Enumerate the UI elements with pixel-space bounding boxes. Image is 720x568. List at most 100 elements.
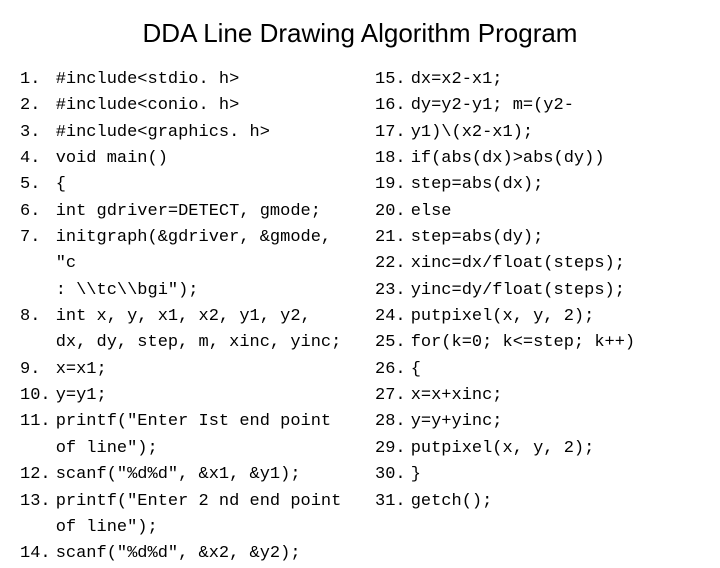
line-number: 10	[20, 383, 56, 409]
line-number: 3	[20, 120, 56, 146]
code-line: 3#include<graphics. h>	[20, 120, 345, 146]
code-text: if(abs(dx)>abs(dy))	[411, 146, 605, 172]
code-columns: 1#include<stdio. h>2#include<conio. h>3#…	[20, 67, 700, 568]
line-number: 5	[20, 172, 56, 198]
code-line: 26{	[375, 357, 700, 383]
code-text: scanf("%d%d", &x2, &y2);	[56, 541, 301, 567]
code-line: 13printf("Enter 2 nd end point	[20, 489, 345, 515]
code-text-continuation: dx, dy, step, m, xinc, yinc;	[20, 330, 345, 356]
line-number: 14	[20, 541, 56, 567]
code-line: 14scanf("%d%d", &x2, &y2);	[20, 541, 345, 567]
code-line: 25for(k=0; k<=step; k++)	[375, 330, 700, 356]
line-number: 21	[375, 225, 411, 251]
slide: DDA Line Drawing Algorithm Program 1#inc…	[0, 0, 720, 540]
code-line: 18if(abs(dx)>abs(dy))	[375, 146, 700, 172]
code-line: 19step=abs(dx);	[375, 172, 700, 198]
line-number: 8	[20, 304, 56, 330]
code-text: xinc=dx/float(steps);	[411, 251, 625, 277]
line-number: 20	[375, 199, 411, 225]
line-number: 22	[375, 251, 411, 277]
line-number: 31	[375, 489, 411, 515]
slide-title: DDA Line Drawing Algorithm Program	[20, 18, 700, 49]
code-line: 29putpixel(x, y, 2);	[375, 436, 700, 462]
code-line: 21step=abs(dy);	[375, 225, 700, 251]
code-line: 16dy=y2-y1; m=(y2-	[375, 93, 700, 119]
line-number: 9	[20, 357, 56, 383]
code-text: {	[56, 172, 66, 198]
code-line: 9x=x1;	[20, 357, 345, 383]
code-text: step=abs(dy);	[411, 225, 544, 251]
code-text: putpixel(x, y, 2);	[411, 304, 595, 330]
code-text: dy=y2-y1; m=(y2-	[411, 93, 574, 119]
line-number: 27	[375, 383, 411, 409]
code-line: 17y1)\(x2-x1);	[375, 120, 700, 146]
code-line: 10y=y1;	[20, 383, 345, 409]
code-text: step=abs(dx);	[411, 172, 544, 198]
line-number: 25	[375, 330, 411, 356]
code-line: 15dx=x2-x1;	[375, 67, 700, 93]
code-text: #include<stdio. h>	[56, 67, 240, 93]
line-number: 15	[375, 67, 411, 93]
code-text: initgraph(&gdriver, &gmode, "c	[56, 225, 345, 278]
code-line: 8int x, y, x1, x2, y1, y2,	[20, 304, 345, 330]
line-number: 29	[375, 436, 411, 462]
line-number: 11	[20, 409, 56, 435]
code-line: 24putpixel(x, y, 2);	[375, 304, 700, 330]
line-number: 19	[375, 172, 411, 198]
code-line: 4void main()	[20, 146, 345, 172]
code-text: #include<graphics. h>	[56, 120, 270, 146]
code-text: getch();	[411, 489, 493, 515]
code-line: 22xinc=dx/float(steps);	[375, 251, 700, 277]
code-line: 27x=x+xinc;	[375, 383, 700, 409]
line-number: 24	[375, 304, 411, 330]
code-text: putpixel(x, y, 2);	[411, 436, 595, 462]
code-text: {	[411, 357, 421, 383]
line-number: 2	[20, 93, 56, 119]
code-line: 20else	[375, 199, 700, 225]
code-line: 12scanf("%d%d", &x1, &y1);	[20, 462, 345, 488]
code-line: 1#include<stdio. h>	[20, 67, 345, 93]
code-text: int x, y, x1, x2, y1, y2,	[56, 304, 311, 330]
line-number: 12	[20, 462, 56, 488]
code-column-left: 1#include<stdio. h>2#include<conio. h>3#…	[20, 67, 345, 568]
line-number: 6	[20, 199, 56, 225]
line-number: 23	[375, 278, 411, 304]
code-text: #include<conio. h>	[56, 93, 240, 119]
code-text: }	[411, 462, 421, 488]
code-text: void main()	[56, 146, 168, 172]
code-line: 11printf("Enter Ist end point	[20, 409, 345, 435]
code-line: 30}	[375, 462, 700, 488]
line-number: 17	[375, 120, 411, 146]
line-number: 13	[20, 489, 56, 515]
code-text-continuation: of line");	[20, 436, 345, 462]
code-text: x=x+xinc;	[411, 383, 503, 409]
line-number: 18	[375, 146, 411, 172]
line-number: 7	[20, 225, 56, 251]
code-text: int gdriver=DETECT, gmode;	[56, 199, 321, 225]
line-number: 1	[20, 67, 56, 93]
code-text: y=y+yinc;	[411, 409, 503, 435]
line-number: 28	[375, 409, 411, 435]
code-text: scanf("%d%d", &x1, &y1);	[56, 462, 301, 488]
code-text: printf("Enter Ist end point	[56, 409, 331, 435]
code-text: printf("Enter 2 nd end point	[56, 489, 342, 515]
line-number: 16	[375, 93, 411, 119]
code-line: 28y=y+yinc;	[375, 409, 700, 435]
code-text: y=y1;	[56, 383, 107, 409]
code-line: 5{	[20, 172, 345, 198]
line-number: 30	[375, 462, 411, 488]
code-text: dx=x2-x1;	[411, 67, 503, 93]
code-line: 6int gdriver=DETECT, gmode;	[20, 199, 345, 225]
code-text: yinc=dy/float(steps);	[411, 278, 625, 304]
code-line: 31getch();	[375, 489, 700, 515]
code-line: 23yinc=dy/float(steps);	[375, 278, 700, 304]
code-text-continuation: of line");	[20, 515, 345, 541]
code-text: else	[411, 199, 452, 225]
code-text: for(k=0; k<=step; k++)	[411, 330, 635, 356]
code-text-continuation: : \\tc\\bgi");	[20, 278, 345, 304]
code-line: 2#include<conio. h>	[20, 93, 345, 119]
code-text: y1)\(x2-x1);	[411, 120, 533, 146]
code-line: 7initgraph(&gdriver, &gmode, "c	[20, 225, 345, 278]
line-number: 26	[375, 357, 411, 383]
line-number: 4	[20, 146, 56, 172]
